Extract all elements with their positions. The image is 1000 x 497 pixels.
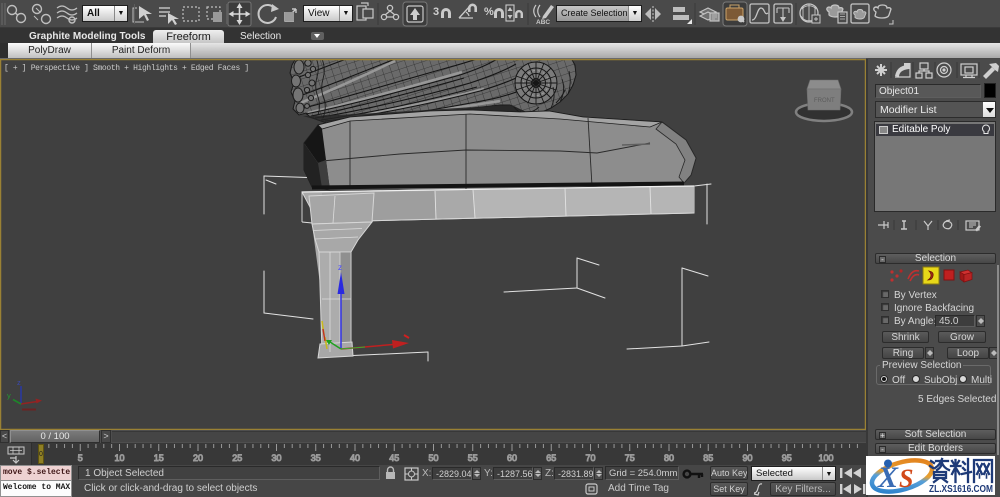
svg-text:65: 65 — [546, 453, 556, 463]
svg-text:ZL.XS1616.COM: ZL.XS1616.COM — [929, 484, 993, 495]
svg-text:80: 80 — [664, 453, 674, 463]
svg-text:100: 100 — [818, 453, 833, 463]
svg-text:60: 60 — [507, 453, 517, 463]
svg-text:55: 55 — [468, 453, 478, 463]
svg-text:20: 20 — [193, 453, 203, 463]
svg-text:85: 85 — [703, 453, 713, 463]
svg-text:[ + ] Perspective ] Smooth + H: [ + ] Perspective ] Smooth + Highlights … — [4, 64, 249, 73]
svg-text:70: 70 — [585, 453, 595, 463]
svg-text:35: 35 — [311, 453, 321, 463]
svg-text:z: z — [17, 378, 21, 387]
svg-text:90: 90 — [742, 453, 752, 463]
svg-text:15: 15 — [154, 453, 164, 463]
svg-text:40: 40 — [350, 453, 360, 463]
svg-text:75: 75 — [625, 453, 635, 463]
svg-text:10: 10 — [114, 453, 124, 463]
svg-text:45: 45 — [389, 453, 399, 463]
svg-text:3: 3 — [433, 6, 439, 18]
svg-text:z: z — [338, 263, 342, 272]
svg-text:25: 25 — [232, 453, 242, 463]
svg-text:y: y — [7, 391, 11, 400]
svg-text:X: X — [877, 461, 899, 494]
svg-text:FRONT: FRONT — [814, 98, 835, 104]
svg-text:5: 5 — [78, 453, 83, 463]
svg-text:95: 95 — [782, 453, 792, 463]
svg-text:30: 30 — [271, 453, 281, 463]
svg-text:S: S — [899, 464, 913, 493]
svg-text:50: 50 — [428, 453, 438, 463]
svg-text:%: % — [484, 6, 494, 18]
svg-text:ABC: ABC — [536, 19, 550, 26]
